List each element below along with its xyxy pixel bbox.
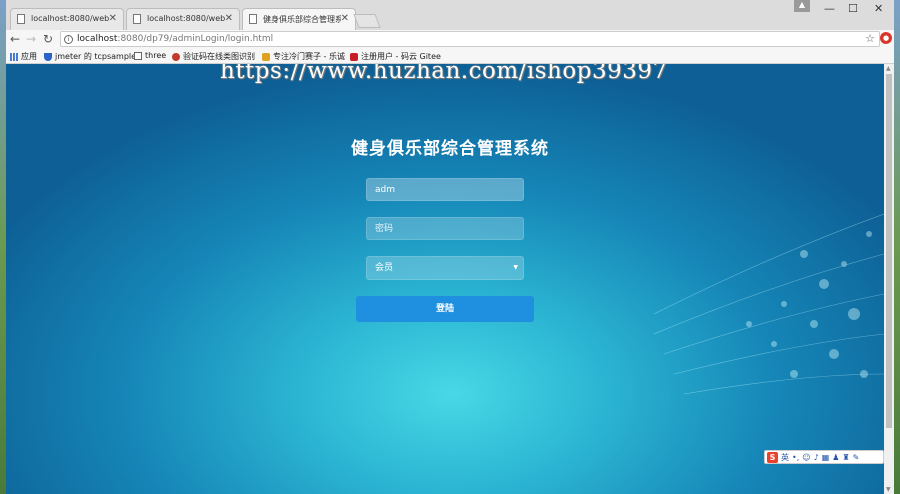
bookmark-label: 专注冷门赛子 - 乐诚: [273, 52, 345, 61]
window-close-icon[interactable]: ✕: [874, 2, 883, 15]
minimize-icon[interactable]: —: [824, 2, 835, 15]
bookmark-gitee[interactable]: 注册用户 - 码云 Gitee: [350, 51, 441, 62]
emoji-icon[interactable]: ☺: [802, 453, 810, 462]
bookmark-label: 注册用户 - 码云 Gitee: [361, 52, 441, 61]
gitee-icon: [350, 52, 358, 61]
page-title: 健身俱乐部综合管理系统: [351, 139, 549, 159]
bookmark-label: 验证码在线类图识别: [183, 52, 255, 61]
scroll-down-icon[interactable]: ▼: [886, 486, 891, 493]
handshake-icon: [262, 52, 270, 61]
url-host: localhost: [77, 34, 118, 44]
tab-1[interactable]: localhost:8080/webtoo ✕: [10, 8, 124, 30]
page-icon: [133, 14, 141, 24]
back-arrow-icon[interactable]: ←: [10, 32, 20, 46]
info-icon[interactable]: i: [64, 35, 73, 44]
new-tab-button[interactable]: [353, 14, 381, 28]
watermark-url: https://www.huzhan.com/ishop39397: [220, 64, 668, 84]
shirt-icon[interactable]: ♜: [842, 453, 849, 462]
bookmark-duanzi[interactable]: 专注冷门赛子 - 乐诚: [262, 51, 345, 62]
url-path: :8080/dp79/adminLogin/login.html: [117, 34, 274, 44]
bookmark-label: jmeter 的 tcpsample: [55, 52, 137, 61]
punctuation-icon[interactable]: •,: [792, 453, 799, 462]
bookmark-star-icon[interactable]: ☆: [865, 32, 875, 45]
sogou-logo-icon: S: [767, 451, 778, 463]
decorative-light-streaks: [654, 213, 884, 395]
tab-label: 健身俱乐部综合管理系统: [263, 15, 341, 24]
ime-toolbar[interactable]: S 英 •, ☺ ♪ ▦ ♟ ♜ ✎: [764, 450, 884, 464]
skin-icon[interactable]: ♟: [832, 453, 839, 462]
reload-icon[interactable]: ↻: [43, 32, 53, 46]
extension-icon[interactable]: ●: [880, 32, 892, 44]
maximize-icon[interactable]: ☐: [848, 2, 858, 15]
close-icon[interactable]: ✕: [109, 13, 117, 24]
tab-strip: localhost:8080/webtoo ✕ localhost:8080/w…: [6, 0, 894, 30]
bookmark-label: three: [145, 51, 167, 60]
page-icon: [249, 14, 257, 24]
forward-arrow-icon[interactable]: →: [26, 32, 36, 46]
tab-3-active[interactable]: 健身俱乐部综合管理系统 ✕: [242, 8, 356, 30]
tab-label: localhost:8080/webtoo: [147, 14, 225, 23]
browser-window: localhost:8080/webtoo ✕ localhost:8080/w…: [6, 0, 894, 494]
page-icon: [134, 51, 142, 60]
wrench-icon[interactable]: ✎: [853, 453, 860, 462]
tab-2[interactable]: localhost:8080/webtoo ✕: [126, 8, 240, 30]
browser-toolbar: ← → ↻ i localhost:8080/dp79/adminLogin/l…: [6, 30, 894, 48]
close-icon[interactable]: ✕: [341, 13, 349, 24]
username-input[interactable]: [366, 178, 524, 201]
bookmark-apps[interactable]: 应用: [10, 51, 37, 62]
bookmark-jmeter[interactable]: jmeter 的 tcpsample: [44, 51, 136, 62]
bookmark-label: 应用: [21, 52, 37, 61]
keyboard-icon[interactable]: ▦: [822, 453, 830, 462]
microphone-icon[interactable]: ♪: [814, 453, 819, 462]
scrollbar-thumb[interactable]: [886, 74, 892, 428]
red-icon: [172, 52, 180, 61]
password-input[interactable]: [366, 217, 524, 240]
ime-mode[interactable]: 英: [781, 452, 789, 463]
scroll-up-icon[interactable]: ▲: [886, 65, 891, 72]
page-icon: [17, 14, 25, 24]
user-profile-icon[interactable]: ▲: [794, 0, 810, 12]
close-icon[interactable]: ✕: [225, 13, 233, 24]
shield-icon: [44, 52, 52, 61]
chevron-down-icon: ▼: [513, 264, 518, 271]
apps-grid-icon: [10, 52, 18, 61]
address-bar[interactable]: i localhost:8080/dp79/adminLogin/login.h…: [60, 31, 880, 47]
page-viewport: https://www.huzhan.com/ishop39397 健身俱乐部综…: [6, 64, 894, 494]
bookmark-three[interactable]: three: [134, 51, 166, 60]
role-select-value: 会员: [375, 263, 394, 273]
desktop-background-right: [894, 0, 900, 494]
bookmarks-bar: 应用 jmeter 的 tcpsample three 验证码在线类图识别 专注…: [6, 48, 894, 64]
role-select[interactable]: 会员 ▼: [366, 256, 524, 280]
bookmark-captcha[interactable]: 验证码在线类图识别: [172, 51, 255, 62]
tab-label: localhost:8080/webtoo: [31, 14, 109, 23]
page-scrollbar[interactable]: ▲ ▼: [884, 64, 894, 494]
login-button[interactable]: 登陆: [356, 296, 534, 322]
